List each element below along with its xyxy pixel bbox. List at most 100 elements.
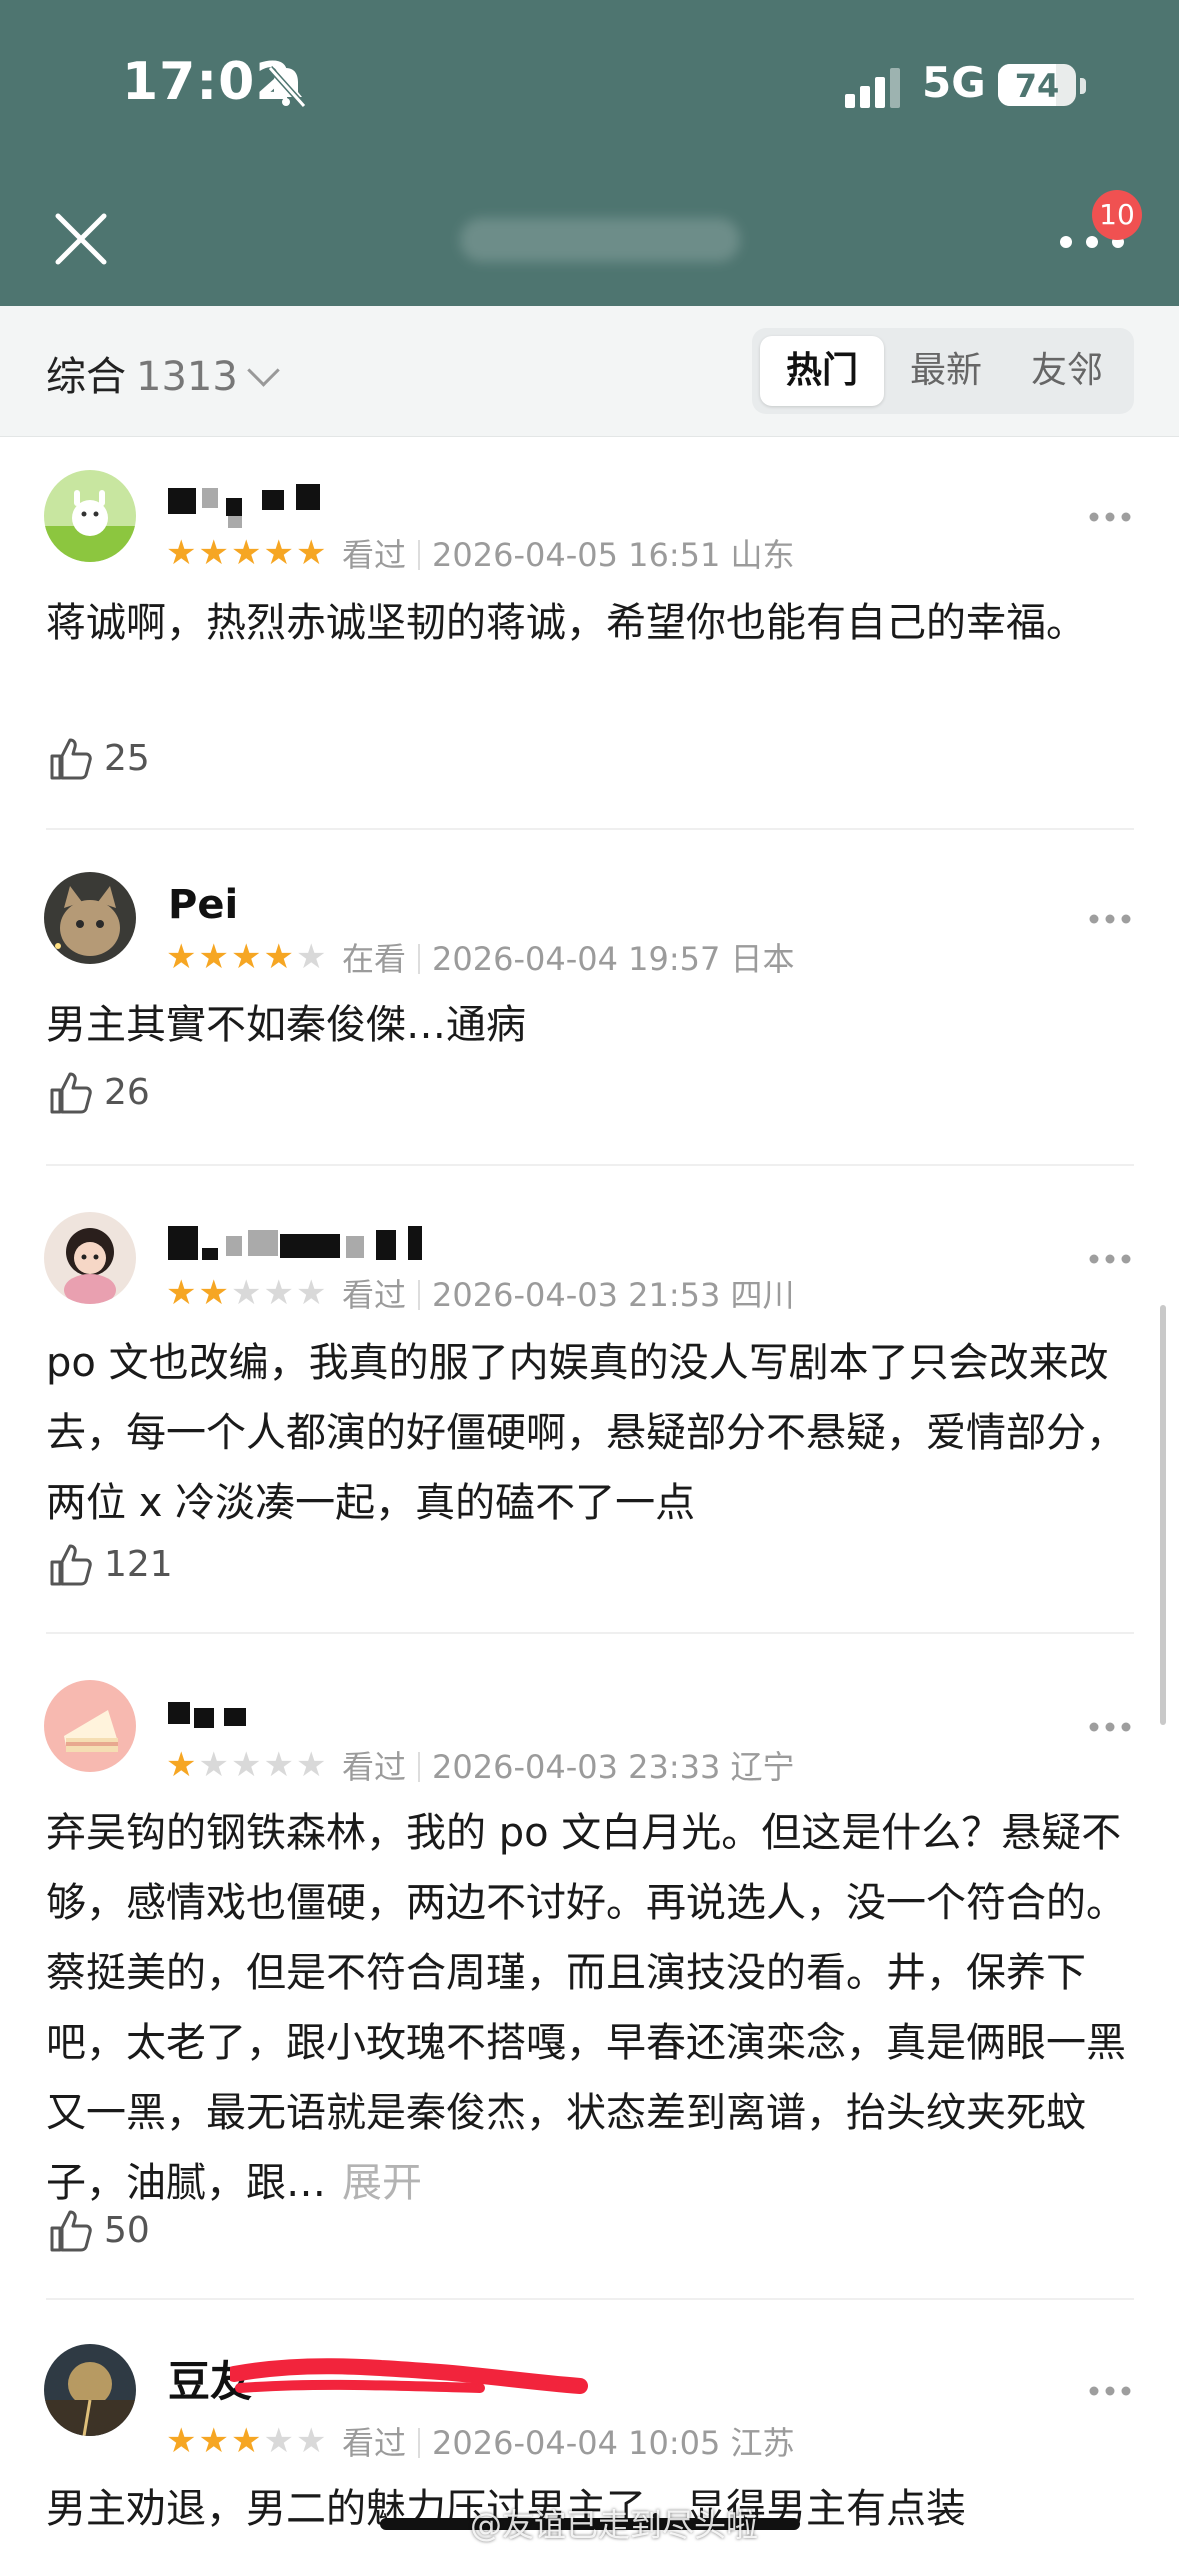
star-empty-icon: ★ bbox=[263, 1745, 296, 1785]
star-filled-icon: ★ bbox=[166, 1273, 199, 1313]
review-meta: 看过 2026-04-04 10:05 江苏 bbox=[342, 2424, 795, 2460]
review-date: 2026-04-04 10:05 bbox=[432, 2424, 721, 2462]
star-empty-icon: ★ bbox=[230, 1273, 264, 1313]
review-text: 蒋诚啊，热烈赤诚坚韧的蒋诚，希望你也能有自己的幸福。 bbox=[46, 600, 1086, 646]
more-options-icon[interactable] bbox=[1088, 912, 1132, 926]
watch-status: 看过 bbox=[342, 2424, 407, 2462]
review-meta: 看过 2026-04-05 16:51 山东 bbox=[342, 536, 795, 572]
review-text: po 文也改编，我真的服了内娱真的没人写剧本了只会改来改去，每一个人都演的好僵硬… bbox=[46, 1340, 1126, 1526]
review-location: 山东 bbox=[730, 536, 795, 574]
username-redacted[interactable] bbox=[168, 482, 348, 532]
review-meta: 看过 2026-04-03 21:53 四川 bbox=[342, 1276, 795, 1312]
watch-status: 在看 bbox=[342, 940, 407, 978]
thumbs-up-icon bbox=[50, 2210, 92, 2252]
avatar[interactable] bbox=[44, 1680, 136, 1772]
star-empty-icon: ★ bbox=[295, 1745, 329, 1785]
star-filled-icon: ★ bbox=[166, 1745, 199, 1785]
review-date: 2026-04-03 21:53 bbox=[432, 1276, 721, 1314]
like-count: 50 bbox=[104, 2210, 150, 2251]
star-filled-icon: ★ bbox=[263, 937, 296, 977]
network-type: 5G bbox=[922, 58, 986, 107]
battery-level: 74 bbox=[1014, 67, 1060, 105]
chevron-down-icon bbox=[247, 354, 280, 387]
star-empty-icon: ★ bbox=[295, 937, 329, 977]
star-filled-icon: ★ bbox=[230, 533, 264, 573]
star-filled-icon: ★ bbox=[263, 533, 296, 573]
review-location: 江苏 bbox=[730, 2424, 795, 2462]
star-filled-icon: ★ bbox=[295, 533, 329, 573]
battery-cap bbox=[1080, 78, 1086, 94]
star-filled-icon: ★ bbox=[230, 937, 264, 977]
notification-badge: 10 bbox=[1092, 190, 1142, 240]
bell-muted-icon bbox=[267, 65, 307, 109]
top-bar: 17:02 5G 74 10 bbox=[0, 0, 1179, 306]
avatar[interactable] bbox=[44, 872, 136, 964]
star-empty-icon: ★ bbox=[230, 1745, 264, 1785]
star-empty-icon: ★ bbox=[198, 1745, 231, 1785]
more-options-icon[interactable] bbox=[1088, 2384, 1132, 2398]
expand-link[interactable]: 展开 bbox=[342, 2160, 422, 2206]
star-filled-icon: ★ bbox=[166, 2421, 199, 2461]
review-text: 弃吴钩的钢铁森林，我的 po 文白月光。但这是什么？悬疑不够，感情戏也僵硬，两边… bbox=[46, 1798, 1136, 2218]
thumbs-up-icon bbox=[50, 1072, 92, 1114]
divider bbox=[46, 1632, 1134, 1634]
username-redacted[interactable] bbox=[168, 1222, 438, 1272]
divider bbox=[46, 1164, 1134, 1166]
username-redacted[interactable] bbox=[168, 1690, 268, 1740]
rating-stars: ★★★★★ bbox=[166, 1748, 328, 1782]
review-text-content: 弃吴钩的钢铁森林，我的 po 文白月光。但这是什么？悬疑不够，感情戏也僵硬，两边… bbox=[46, 1810, 1126, 2206]
scrollbar[interactable] bbox=[1160, 1305, 1166, 1725]
tab-group: 热门 最新 友邻 bbox=[752, 328, 1134, 414]
watch-status: 看过 bbox=[342, 536, 407, 574]
review-location: 辽宁 bbox=[730, 1748, 795, 1786]
close-icon[interactable] bbox=[52, 210, 110, 268]
blurred-page-title bbox=[460, 218, 740, 262]
signal-icon bbox=[845, 68, 900, 108]
sort-dropdown[interactable]: 综合 1313 bbox=[46, 344, 280, 402]
battery-icon: 74 bbox=[998, 64, 1076, 106]
rating-stars: ★★★★★ bbox=[166, 940, 328, 974]
star-filled-icon: ★ bbox=[166, 937, 199, 977]
star-filled-icon: ★ bbox=[198, 2421, 231, 2461]
tab-latest[interactable]: 最新 bbox=[884, 336, 1008, 406]
thumbs-up-icon bbox=[50, 738, 92, 780]
review-meta: 在看 2026-04-04 19:57 日本 bbox=[342, 940, 795, 976]
filter-bar: 综合 1313 热门 最新 友邻 bbox=[0, 306, 1179, 437]
review-meta: 看过 2026-04-03 23:33 辽宁 bbox=[342, 1748, 795, 1784]
username[interactable]: 豆友 bbox=[168, 2348, 588, 2412]
star-filled-icon: ★ bbox=[198, 937, 231, 977]
avatar[interactable] bbox=[44, 470, 136, 562]
star-empty-icon: ★ bbox=[263, 2421, 296, 2461]
review-total-count: 1313 bbox=[136, 354, 238, 400]
review-text: 男主其實不如秦俊傑…通病 bbox=[46, 1002, 526, 1048]
rating-stars: ★★★★★ bbox=[166, 2424, 328, 2458]
star-filled-icon: ★ bbox=[198, 533, 231, 573]
more-options-icon[interactable] bbox=[1088, 510, 1132, 524]
avatar[interactable] bbox=[44, 1212, 136, 1304]
divider bbox=[46, 2298, 1134, 2300]
watch-status: 看过 bbox=[342, 1748, 407, 1786]
sort-label: 综合 bbox=[46, 354, 126, 400]
tab-friends[interactable]: 友邻 bbox=[1008, 336, 1126, 406]
more-options-icon[interactable] bbox=[1088, 1252, 1132, 1266]
star-filled-icon: ★ bbox=[230, 2421, 264, 2461]
like-count: 121 bbox=[104, 1544, 173, 1585]
avatar[interactable] bbox=[44, 2344, 136, 2436]
star-empty-icon: ★ bbox=[295, 2421, 329, 2461]
divider bbox=[46, 828, 1134, 830]
review-date: 2026-04-04 19:57 bbox=[432, 940, 721, 978]
star-empty-icon: ★ bbox=[263, 1273, 296, 1313]
username[interactable]: Pei bbox=[168, 882, 248, 932]
review-date: 2026-04-03 23:33 bbox=[432, 1748, 721, 1786]
review-date: 2026-04-05 16:51 bbox=[432, 536, 721, 574]
watch-status: 看过 bbox=[342, 1276, 407, 1314]
tab-hot[interactable]: 热门 bbox=[760, 336, 884, 406]
star-empty-icon: ★ bbox=[295, 1273, 329, 1313]
rating-stars: ★★★★★ bbox=[166, 536, 328, 570]
thumbs-up-icon bbox=[50, 1544, 92, 1586]
like-count: 25 bbox=[104, 738, 150, 779]
more-options-icon[interactable] bbox=[1088, 1720, 1132, 1734]
rating-stars: ★★★★★ bbox=[166, 1276, 328, 1310]
star-filled-icon: ★ bbox=[198, 1273, 231, 1313]
star-filled-icon: ★ bbox=[166, 533, 199, 573]
